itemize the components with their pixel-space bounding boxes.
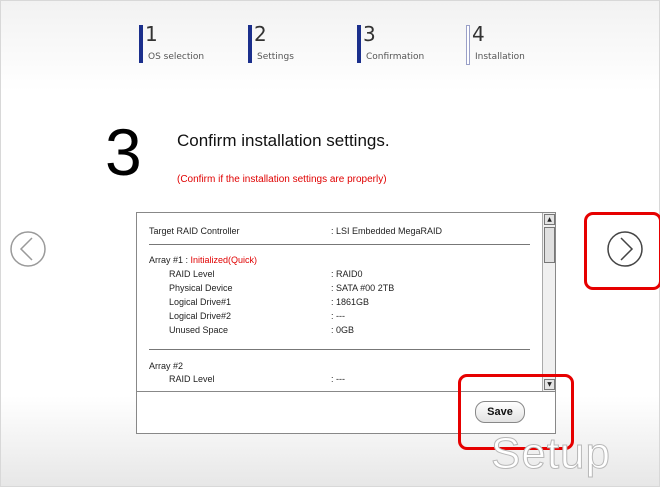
step-number: 2 [254, 22, 267, 46]
list-item: Unused Space : 0GB [149, 325, 529, 337]
array-header: Array #1 : Initialized(Quick) [149, 255, 257, 265]
setting-value: : 0GB [331, 325, 355, 335]
setting-label: RAID Level [169, 269, 215, 279]
current-step-number: 3 [105, 115, 142, 189]
separator: : [183, 255, 191, 265]
chevron-left-circle-icon [10, 231, 46, 267]
list-item: Physical Device : SATA #00 2TB [149, 283, 529, 295]
list-item: Array #1 : Initialized(Quick) [149, 255, 529, 267]
setting-value: : LSI Embedded MegaRAID [331, 226, 443, 236]
setting-label: Physical Device [169, 283, 233, 293]
list-item: Logical Drive#2 : --- [149, 311, 529, 323]
step-os-selection: 1 OS selection [139, 22, 229, 67]
step-bar [248, 25, 252, 63]
step-bar [357, 25, 361, 63]
step-bar [466, 25, 470, 65]
setting-value: : RAID0 [331, 269, 363, 279]
previous-button[interactable] [9, 230, 47, 268]
page-subtitle: (Confirm if the installation settings ar… [177, 174, 387, 185]
scroll-up-icon[interactable]: ▲ [544, 214, 555, 225]
setting-label: Logical Drive#1 [169, 297, 232, 307]
array-label: Array #2 [149, 361, 184, 371]
step-label: Settings [257, 52, 294, 62]
setting-value: : --- [331, 311, 345, 321]
step-number: 3 [363, 22, 376, 46]
step-installation: 4 Installation [466, 22, 566, 67]
step-label: OS selection [148, 52, 205, 62]
array-status: Initialized(Quick) [190, 255, 258, 265]
list-item: Target RAID Controller : LSI Embedded Me… [149, 226, 529, 238]
list-item: RAID Level : RAID0 [149, 269, 529, 281]
step-number: 1 [145, 22, 158, 46]
vertical-scrollbar[interactable]: ▲ ▼ [542, 213, 555, 391]
step-label: Installation [475, 52, 525, 62]
next-button-highlight [584, 212, 660, 290]
setting-value: : 1861GB [331, 297, 370, 307]
setting-label: RAID Level [169, 374, 215, 384]
step-confirmation: 3 Confirmation [357, 22, 457, 67]
divider [149, 349, 530, 350]
step-number: 4 [472, 22, 485, 46]
list-item: Array #2 [149, 361, 529, 373]
page-title: Confirm installation settings. [177, 131, 390, 150]
setup-watermark: Setup [491, 429, 611, 479]
step-settings: 2 Settings [248, 22, 338, 67]
step-label: Confirmation [366, 52, 425, 62]
setup-window: 1 OS selection 2 Settings 3 Confirmation… [0, 0, 660, 487]
list-item: Logical Drive#1 : 1861GB [149, 297, 529, 309]
setting-label: Logical Drive#2 [169, 311, 232, 321]
scroll-thumb[interactable] [544, 227, 555, 263]
setting-value: : SATA #00 2TB [331, 283, 395, 293]
array-label: Array #1 [149, 255, 184, 265]
step-bar [139, 25, 143, 63]
setting-label: Target RAID Controller [149, 226, 240, 236]
settings-list[interactable]: Target RAID Controller : LSI Embedded Me… [137, 213, 542, 391]
setting-label: Unused Space [169, 325, 229, 335]
divider [149, 244, 530, 245]
setting-value: : --- [331, 374, 345, 384]
